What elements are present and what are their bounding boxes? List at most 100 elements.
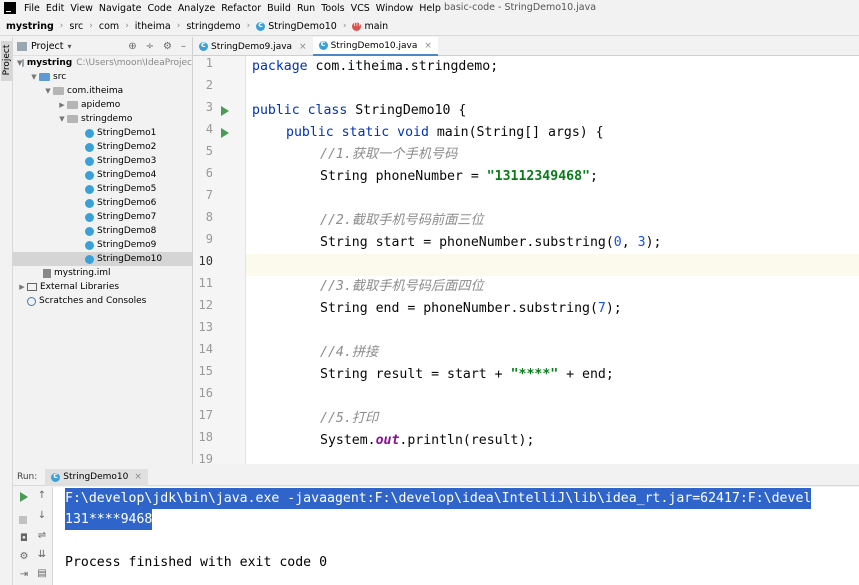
tree-item-class[interactable]: StringDemo4: [13, 168, 192, 182]
code-line: public class StringDemo10 {: [252, 103, 467, 118]
code-comment: //5.打印: [320, 411, 379, 426]
tree-item-label: mystring.iml: [54, 268, 111, 278]
crumb-class[interactable]: StringDemo10: [256, 20, 337, 32]
camera-icon[interactable]: ◘: [17, 533, 31, 544]
menu-analyze[interactable]: Analyze: [178, 3, 215, 14]
intellij-logo-icon: [4, 2, 16, 14]
menu-help[interactable]: Help: [419, 3, 441, 14]
tree-item-label: StringDemo7: [97, 212, 157, 222]
java-class-icon: [85, 254, 94, 264]
minimize-icon[interactable]: –: [181, 41, 186, 52]
tree-item-class[interactable]: StringDemo8: [13, 224, 192, 238]
tree-item-stringdemo[interactable]: ▼ stringdemo: [13, 112, 192, 126]
menu-bar: File Edit View Navigate Code Analyze Ref…: [0, 0, 859, 16]
java-class-icon: [85, 226, 94, 236]
tree-item-class[interactable]: StringDemo7: [13, 210, 192, 224]
crumb-stringdemo[interactable]: stringdemo: [186, 21, 240, 32]
tree-item-label: Scratches and Consoles: [39, 296, 147, 306]
console-output[interactable]: F:\develop\jdk\bin\java.exe -javaagent:F…: [53, 487, 859, 585]
tree-item-label: StringDemo9: [97, 240, 157, 250]
chevron-right-icon[interactable]: ▶: [17, 283, 27, 291]
menu-view[interactable]: View: [70, 3, 93, 14]
tree-item-label: StringDemo3: [97, 156, 157, 166]
arrow-up-icon[interactable]: ↑: [35, 490, 49, 501]
crumb-class-label: StringDemo10: [268, 20, 337, 32]
locate-icon[interactable]: ⊕: [128, 41, 136, 52]
exit-icon[interactable]: ⇥: [17, 569, 31, 580]
chevron-right-icon[interactable]: ▶: [57, 101, 67, 109]
close-icon[interactable]: ×: [299, 42, 307, 52]
scroll-to-end-icon[interactable]: ⇊: [35, 549, 49, 560]
chevron-down-icon[interactable]: ▼: [29, 73, 39, 81]
code-line: String end = phoneNumber.substring(7);: [320, 301, 622, 316]
run-class-icon[interactable]: [221, 106, 229, 116]
tree-item-class[interactable]: StringDemo5: [13, 182, 192, 196]
gear-icon[interactable]: ⚙: [163, 41, 172, 52]
line-number: 1: [205, 56, 213, 70]
project-tool-tab[interactable]: Project: [1, 41, 12, 81]
stop-icon[interactable]: [19, 516, 27, 524]
chevron-down-icon[interactable]: ▼: [57, 115, 67, 123]
code-line: package com.itheima.stringdemo;: [252, 59, 499, 74]
tree-item-class-selected[interactable]: StringDemo10: [13, 252, 192, 266]
close-icon[interactable]: ×: [134, 472, 142, 482]
package-icon: [53, 87, 64, 95]
project-panel-title[interactable]: Project: [31, 41, 64, 52]
menu-window[interactable]: Window: [376, 3, 413, 14]
tree-item-label: StringDemo2: [97, 142, 157, 152]
breadcrumb: mystring › src › com › itheima › stringd…: [0, 17, 859, 36]
code-editor[interactable]: package com.itheima.stringdemo; public c…: [246, 56, 859, 464]
tree-item-class[interactable]: StringDemo1: [13, 126, 192, 140]
close-icon[interactable]: ×: [424, 41, 432, 51]
tree-item-scratches[interactable]: Scratches and Consoles: [13, 294, 192, 308]
print-icon[interactable]: ▤: [35, 568, 49, 579]
tree-item-class[interactable]: StringDemo3: [13, 154, 192, 168]
menu-run[interactable]: Run: [297, 3, 315, 14]
line-number: 13: [198, 320, 213, 334]
menu-build[interactable]: Build: [267, 3, 291, 14]
menu-refactor[interactable]: Refactor: [221, 3, 261, 14]
tree-item-src[interactable]: ▼ src: [13, 70, 192, 84]
gear-icon[interactable]: ⚙: [17, 551, 31, 562]
tree-item-class[interactable]: StringDemo9: [13, 238, 192, 252]
crumb-com[interactable]: com: [99, 21, 119, 32]
arrow-down-icon[interactable]: ↓: [35, 510, 49, 521]
rerun-icon[interactable]: [20, 492, 28, 502]
console-exit-line: Process finished with exit code 0: [65, 555, 328, 570]
java-class-icon: [85, 198, 94, 208]
expand-icon[interactable]: ÷: [146, 41, 154, 52]
editor-gutter[interactable]: 1 2 3 4 5 6 7 8 9 10 11 12 13 14 15 16 1…: [193, 56, 246, 466]
soft-wrap-icon[interactable]: ⇌: [35, 530, 49, 541]
run-tab[interactable]: StringDemo10 ×: [45, 468, 148, 486]
menu-vcs[interactable]: VCS: [351, 3, 370, 14]
tree-item-external-libraries[interactable]: ▶ External Libraries: [13, 280, 192, 294]
crumb-itheima[interactable]: itheima: [135, 21, 171, 32]
menu-tools[interactable]: Tools: [321, 3, 344, 14]
iml-file-icon: [43, 268, 51, 278]
tree-item-com-itheima[interactable]: ▼ com.itheima: [13, 84, 192, 98]
menu-navigate[interactable]: Navigate: [99, 3, 142, 14]
run-tab-label: StringDemo10: [63, 472, 129, 482]
tree-item-apidemo[interactable]: ▶ apidemo: [13, 98, 192, 112]
crumb-method[interactable]: main: [352, 20, 389, 32]
tree-item-class[interactable]: StringDemo6: [13, 196, 192, 210]
java-class-icon: [85, 128, 94, 138]
tree-item-class[interactable]: StringDemo2: [13, 140, 192, 154]
run-main-icon[interactable]: [221, 128, 229, 138]
tree-item-mystring[interactable]: ▼ mystring C:\Users\moon\IdeaProjec: [13, 56, 192, 70]
line-number: 3: [205, 100, 213, 114]
crumb-project[interactable]: mystring: [6, 21, 54, 32]
tree-item-iml[interactable]: mystring.iml: [13, 266, 192, 280]
crumb-src[interactable]: src: [69, 21, 83, 32]
tab-stringdemo10[interactable]: StringDemo10.java ×: [312, 37, 438, 56]
chevron-down-icon[interactable]: ▾: [68, 42, 72, 51]
tree-item-label: StringDemo10: [97, 254, 163, 264]
code-line: System.out.println(result);: [320, 433, 535, 448]
crumb-method-label: main: [364, 20, 389, 32]
chevron-down-icon[interactable]: ▼: [43, 87, 53, 95]
menu-file[interactable]: File: [24, 3, 40, 14]
menu-code[interactable]: Code: [147, 3, 171, 14]
tab-stringdemo9[interactable]: StringDemo9.java ×: [193, 37, 313, 56]
line-number: 15: [198, 364, 213, 378]
menu-edit[interactable]: Edit: [46, 3, 64, 14]
